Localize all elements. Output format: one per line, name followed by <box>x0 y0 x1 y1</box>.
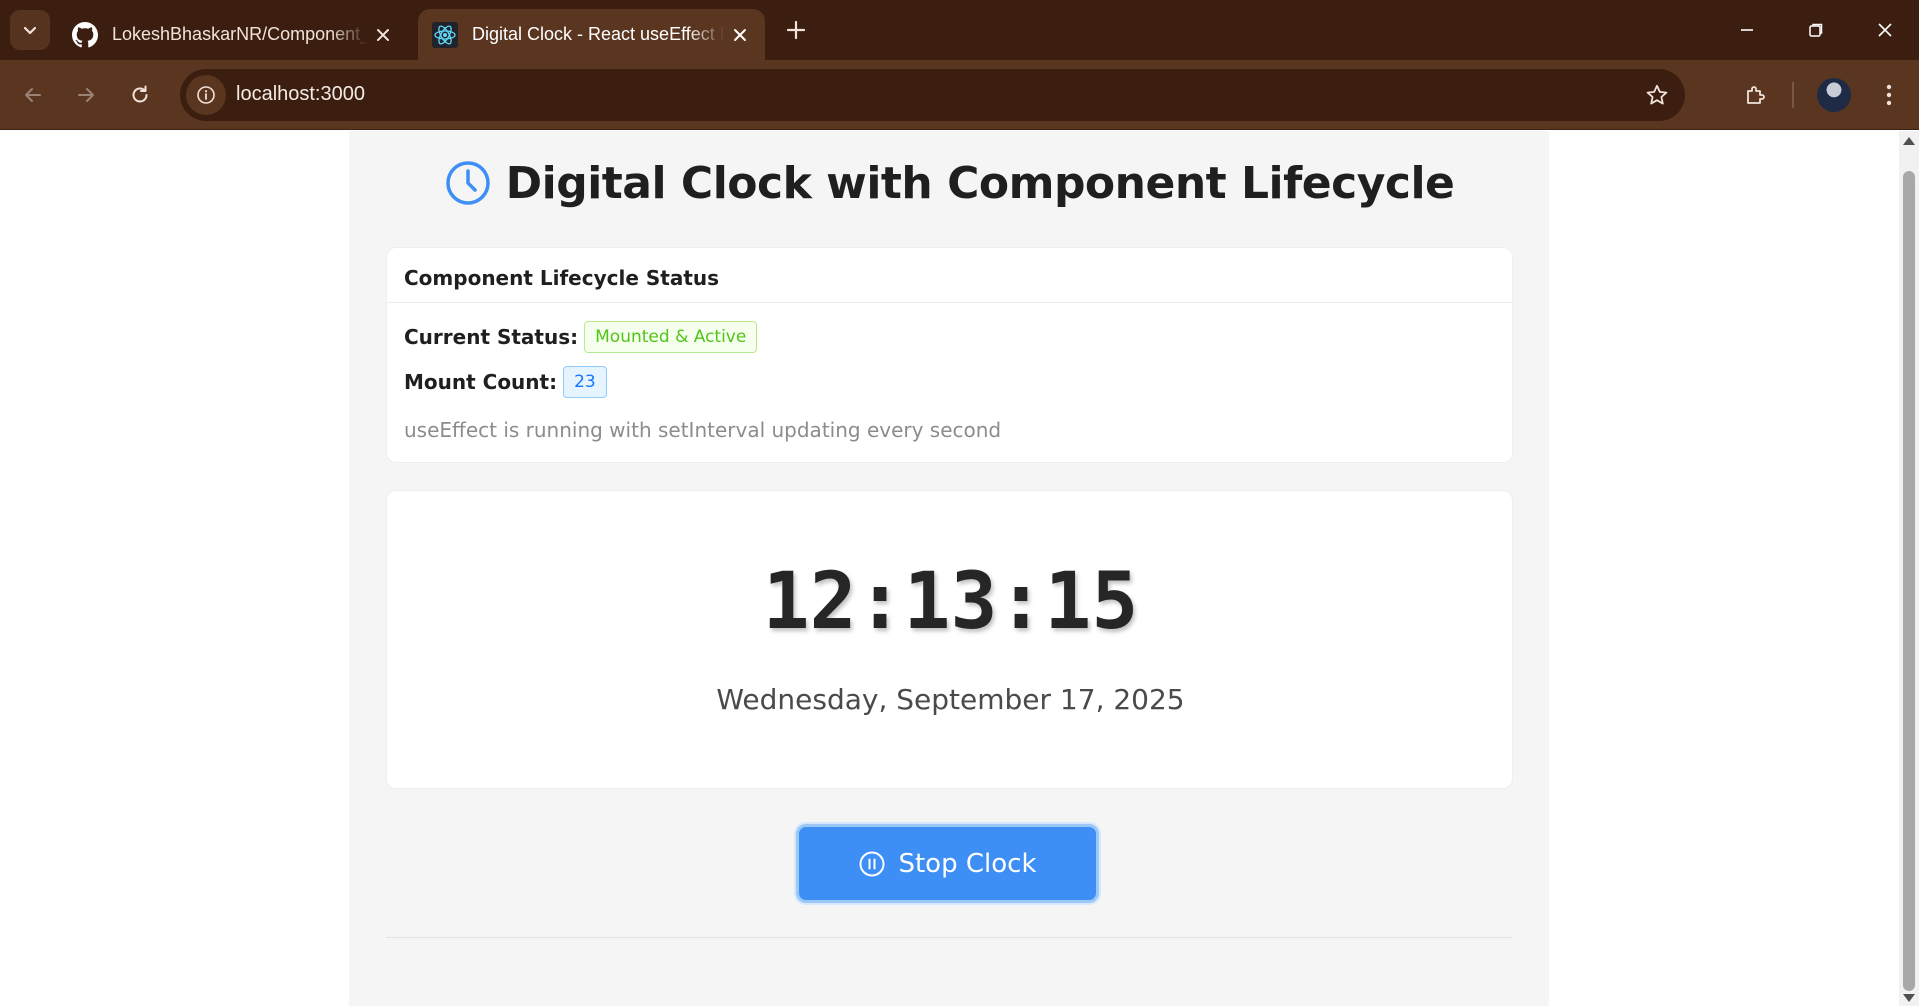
mount-count-label: Mount Count: <box>404 370 558 394</box>
reload-icon <box>132 85 148 103</box>
browser-menu-button[interactable] <box>1869 74 1909 116</box>
star-icon <box>1646 84 1668 105</box>
clock-separator: : <box>997 557 1045 647</box>
github-icon <box>72 21 98 48</box>
close-icon <box>1878 23 1892 37</box>
clock-separator: : <box>856 557 904 647</box>
app-container: Digital Clock with Component Lifecycle C… <box>349 131 1549 1006</box>
page-title: Digital Clock with Component Lifecycle <box>505 157 1455 209</box>
clock-minutes: 13 <box>903 557 998 647</box>
profile-avatar[interactable] <box>1817 78 1851 112</box>
mount-count-row: Mount Count: 23 <box>404 366 607 398</box>
tab-github[interactable]: LokeshBhaskarNR/Component_ <box>58 9 408 60</box>
extensions-button[interactable] <box>1735 74 1777 116</box>
scroll-up-arrow-icon[interactable] <box>1903 137 1915 145</box>
tab-search-button[interactable] <box>10 10 50 50</box>
restore-icon <box>1809 23 1823 37</box>
chevron-down-icon <box>23 26 37 35</box>
close-tab-icon[interactable] <box>368 20 398 50</box>
pause-icon <box>859 851 885 876</box>
minimize-button[interactable] <box>1713 0 1781 60</box>
address-bar[interactable]: localhost:3000 <box>180 69 1685 121</box>
status-badge: Mounted & Active <box>584 321 758 353</box>
lifecycle-note: useEffect is running with setInterval up… <box>404 418 1002 442</box>
scrollbar-thumb[interactable] <box>1903 171 1915 991</box>
card-title: Component Lifecycle Status <box>387 248 1512 303</box>
plus-icon <box>786 20 806 40</box>
clock-card: 12:13:15 Wednesday, September 17, 2025 <box>386 490 1513 789</box>
page-viewport: Digital Clock with Component Lifecycle C… <box>0 131 1899 1006</box>
minimize-icon <box>1741 29 1753 31</box>
site-info-button[interactable] <box>186 75 226 115</box>
new-tab-button[interactable] <box>778 12 814 48</box>
tab-digital-clock[interactable]: Digital Clock - React useEffect D <box>418 9 765 60</box>
page-scrollbar[interactable] <box>1899 131 1919 1006</box>
arrow-right-icon <box>78 88 94 102</box>
tab-title: Digital Clock - React useEffect D <box>472 24 725 44</box>
stop-clock-button[interactable]: Stop Clock <box>796 824 1099 903</box>
clock-seconds: 15 <box>1044 557 1139 647</box>
page-heading: Digital Clock with Component Lifecycle <box>349 153 1549 213</box>
close-tab-icon[interactable] <box>725 20 755 50</box>
clock-date: Wednesday, September 17, 2025 <box>716 683 1185 716</box>
tab-strip: LokeshBhaskarNR/Component_ Digital Clock… <box>0 0 1919 60</box>
restore-button[interactable] <box>1782 0 1850 60</box>
info-icon <box>197 86 215 104</box>
bookmark-button[interactable] <box>1641 79 1673 111</box>
reload-button[interactable] <box>119 74 161 116</box>
scroll-down-arrow-icon[interactable] <box>1903 994 1915 1002</box>
clock-icon <box>445 161 490 205</box>
clock-time: 12:13:15 <box>387 557 1514 647</box>
status-label: Current Status: <box>404 325 579 349</box>
close-window-button[interactable] <box>1851 0 1919 60</box>
url-text: localhost:3000 <box>236 83 365 105</box>
forward-button[interactable] <box>65 74 107 116</box>
clock-hours: 12 <box>762 557 857 647</box>
section-divider <box>386 937 1513 938</box>
more-vertical-icon <box>1886 84 1892 106</box>
puzzle-icon <box>1747 86 1765 104</box>
stop-clock-label: Stop Clock <box>898 848 1037 879</box>
react-icon <box>432 21 458 48</box>
toolbar-divider <box>1792 82 1794 108</box>
lifecycle-status-card: Component Lifecycle Status Current Statu… <box>386 247 1513 463</box>
status-row: Current Status: Mounted & Active <box>404 321 758 353</box>
browser-toolbar: localhost:3000 <box>0 60 1919 130</box>
tab-title: LokeshBhaskarNR/Component_ <box>112 24 368 44</box>
arrow-left-icon <box>25 88 41 102</box>
mount-count-badge: 23 <box>563 366 607 398</box>
back-button[interactable] <box>12 74 54 116</box>
